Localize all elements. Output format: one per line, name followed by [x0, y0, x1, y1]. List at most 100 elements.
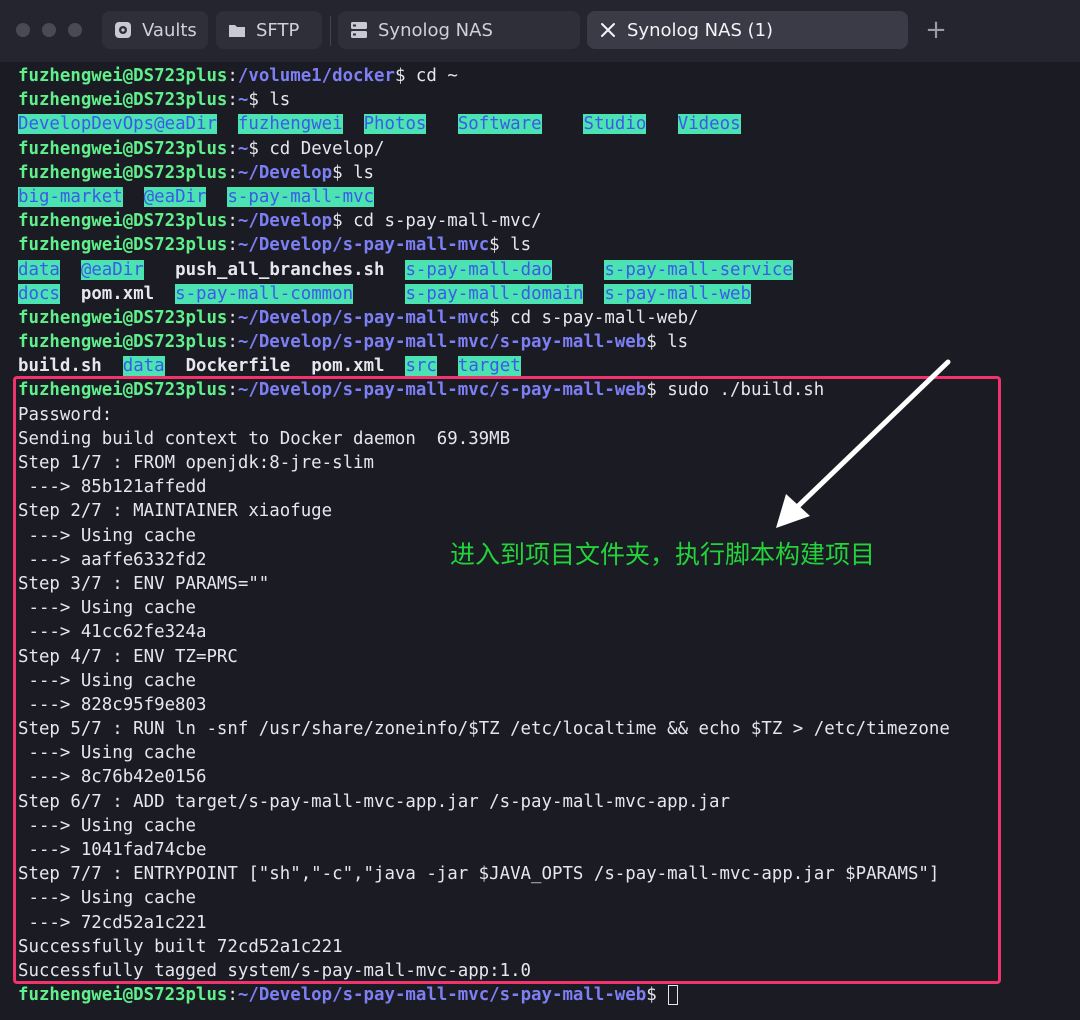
directory-entry: s-pay-mall-domain — [405, 283, 584, 304]
directory-entry: s-pay-mall-service — [604, 259, 793, 280]
output-line: ---> Using cache — [18, 743, 196, 764]
tab-synolog-nas[interactable]: Synolog NAS — [338, 11, 580, 49]
file-entry: push_all_branches.sh — [175, 259, 385, 280]
output-line: ---> 72cd52a1c221 — [18, 912, 207, 933]
command-text: ls — [499, 235, 532, 256]
output-line: Successfully tagged system/s-pay-mall-mv… — [18, 960, 532, 981]
prompt-dollar: $ — [646, 332, 657, 353]
directory-entry: src — [405, 356, 437, 377]
prompt-line: fuzhengwei@DS723plus:~$ cd Develop/ — [18, 137, 1078, 161]
output-line: ---> Using cache — [18, 815, 196, 836]
prompt-path: ~/Develop/s-pay-mall-mvc/s-pay-mall-web — [237, 332, 647, 353]
output-line: Successfully built 72cd52a1c221 — [18, 936, 343, 957]
prompt-path: ~/Develop/s-pay-mall-mvc — [237, 307, 490, 328]
prompt-user: fuzhengwei@DS723plus — [18, 307, 228, 328]
tab-synolog-nas-1[interactable]: Synolog NAS (1) — [587, 11, 908, 49]
tab-vaults[interactable]: Vaults — [102, 11, 208, 49]
prompt-dollar: $ — [332, 211, 343, 232]
prompt-dollar: $ — [248, 90, 259, 111]
prompt-path: ~/Develop/s-pay-mall-mvc/s-pay-mall-web — [237, 380, 647, 401]
prompt-dollar: $ — [248, 138, 259, 159]
command-text: cd s-pay-mall-mvc/ — [342, 211, 542, 232]
output-line: ---> Using cache — [18, 888, 196, 909]
prompt-dollar: $ — [489, 307, 500, 328]
file-entry: pom.xml — [311, 356, 385, 377]
prompt-colon: : — [227, 307, 238, 328]
text-cursor — [668, 985, 679, 1006]
prompt-colon: : — [227, 90, 238, 111]
prompt-path: ~/Develop/s-pay-mall-mvc — [237, 235, 490, 256]
directory-entry: data — [122, 356, 165, 377]
prompt-colon: : — [227, 138, 238, 159]
command-text — [657, 985, 667, 1005]
vault-icon — [114, 21, 132, 39]
prompt-line: fuzhengwei@DS723plus:~/Develop$ cd s-pay… — [18, 209, 1078, 233]
command-text: cd Develop/ — [258, 138, 385, 159]
command-text: ls — [656, 332, 689, 353]
output-line: ---> 828c95f9e803 — [18, 694, 207, 715]
prompt-line: fuzhengwei@DS723plus:~/Develop/s-pay-mal… — [18, 233, 1078, 257]
command-text: cd s-pay-mall-web/ — [499, 307, 699, 328]
tab-sftp[interactable]: SFTP — [216, 11, 322, 49]
output-line: Step 3/7 : ENV PARAMS="" — [18, 573, 270, 594]
new-tab-button[interactable]: + — [924, 15, 948, 45]
prompt-path: ~ — [237, 138, 249, 159]
prompt-colon: : — [227, 380, 238, 401]
directory-entry: @eaDir — [154, 114, 217, 135]
prompt-dollar: $ — [394, 66, 406, 86]
annotation-text: 进入到项目文件夹，执行脚本构建项目 — [450, 540, 876, 569]
prompt-user: fuzhengwei@DS723plus — [18, 66, 228, 86]
tab-label: Synolog NAS (1) — [627, 19, 774, 41]
directory-entry: fuzhengwei — [237, 114, 343, 135]
ls-output-line: DevelopDevOps@eaDir fuzhengwei Photos So… — [18, 112, 1078, 136]
ls-output-line: docs pom.xml s-pay-mall-common s-pay-mal… — [18, 282, 1078, 306]
close-window-icon[interactable] — [16, 23, 30, 37]
prompt-dollar: $ — [646, 985, 657, 1006]
directory-entry: DevOps — [91, 114, 155, 135]
directory-entry: @eaDir — [143, 186, 207, 207]
output-line: ---> 8c76b42e0156 — [18, 767, 207, 788]
directory-entry: target — [457, 356, 521, 377]
prompt-colon: : — [227, 66, 238, 86]
directory-entry: s-pay-mall-dao — [405, 259, 553, 280]
directory-entry: Develop — [18, 114, 92, 135]
output-line: Step 6/7 : ADD target/s-pay-mall-mvc-app… — [18, 791, 730, 812]
prompt-line: fuzhengwei@DS723plus:~/Develop$ ls — [18, 161, 1078, 185]
prompt-path: ~/Develop — [237, 162, 333, 183]
command-text: cd ~ — [405, 66, 458, 86]
prompt-path: ~/Develop/s-pay-mall-mvc/s-pay-mall-web — [237, 985, 647, 1006]
tab-label: Synolog NAS — [378, 19, 493, 41]
prompt-path: ~/Develop — [237, 211, 333, 232]
prompt-colon: : — [227, 211, 238, 232]
command-text: ls — [258, 90, 291, 111]
output-line: ---> 41cc62fe324a — [18, 622, 207, 643]
prompt-line: fuzhengwei@DS723plus:~/Develop/s-pay-mal… — [18, 983, 1078, 1007]
directory-entry: data — [18, 259, 60, 280]
directory-entry: s-pay-mall-web — [604, 283, 751, 304]
zoom-window-icon[interactable] — [68, 23, 82, 37]
ls-output-line: data @eaDir push_all_branches.sh s-pay-m… — [18, 258, 1078, 282]
directory-entry: Studio — [583, 114, 647, 135]
prompt-colon: : — [227, 162, 238, 183]
output-line: Step 4/7 : ENV TZ=PRC — [18, 646, 238, 667]
prompt-path: /volume1/docker — [237, 66, 395, 86]
directory-entry: s-pay-mall-mvc — [227, 186, 375, 207]
prompt-line: fuzhengwei@DS723plus:~/Develop/s-pay-mal… — [18, 306, 1078, 330]
directory-entry: @eaDir — [80, 259, 144, 280]
prompt-colon: : — [227, 985, 238, 1006]
ls-output-line: big-market @eaDir s-pay-mall-mvc — [18, 185, 1078, 209]
prompt-user: fuzhengwei@DS723plus — [18, 380, 228, 401]
output-line: Step 7/7 : ENTRYPOINT ["sh","-c","java -… — [18, 864, 940, 885]
title-bar: Vaults SFTP Synolog NAS Synolog NAS (1) … — [0, 0, 1080, 62]
server-icon — [350, 21, 368, 39]
directory-entry: Videos — [677, 114, 741, 135]
close-icon[interactable] — [599, 21, 617, 39]
prompt-colon: : — [227, 235, 238, 256]
prompt-dollar: $ — [489, 235, 500, 256]
minimize-window-icon[interactable] — [42, 23, 56, 37]
prompt-dollar: $ — [646, 380, 657, 401]
tab-divider — [330, 16, 331, 46]
arrow-icon — [776, 359, 951, 528]
output-line: ---> 1041fad74cbe — [18, 840, 207, 860]
prompt-user: fuzhengwei@DS723plus — [18, 138, 228, 159]
